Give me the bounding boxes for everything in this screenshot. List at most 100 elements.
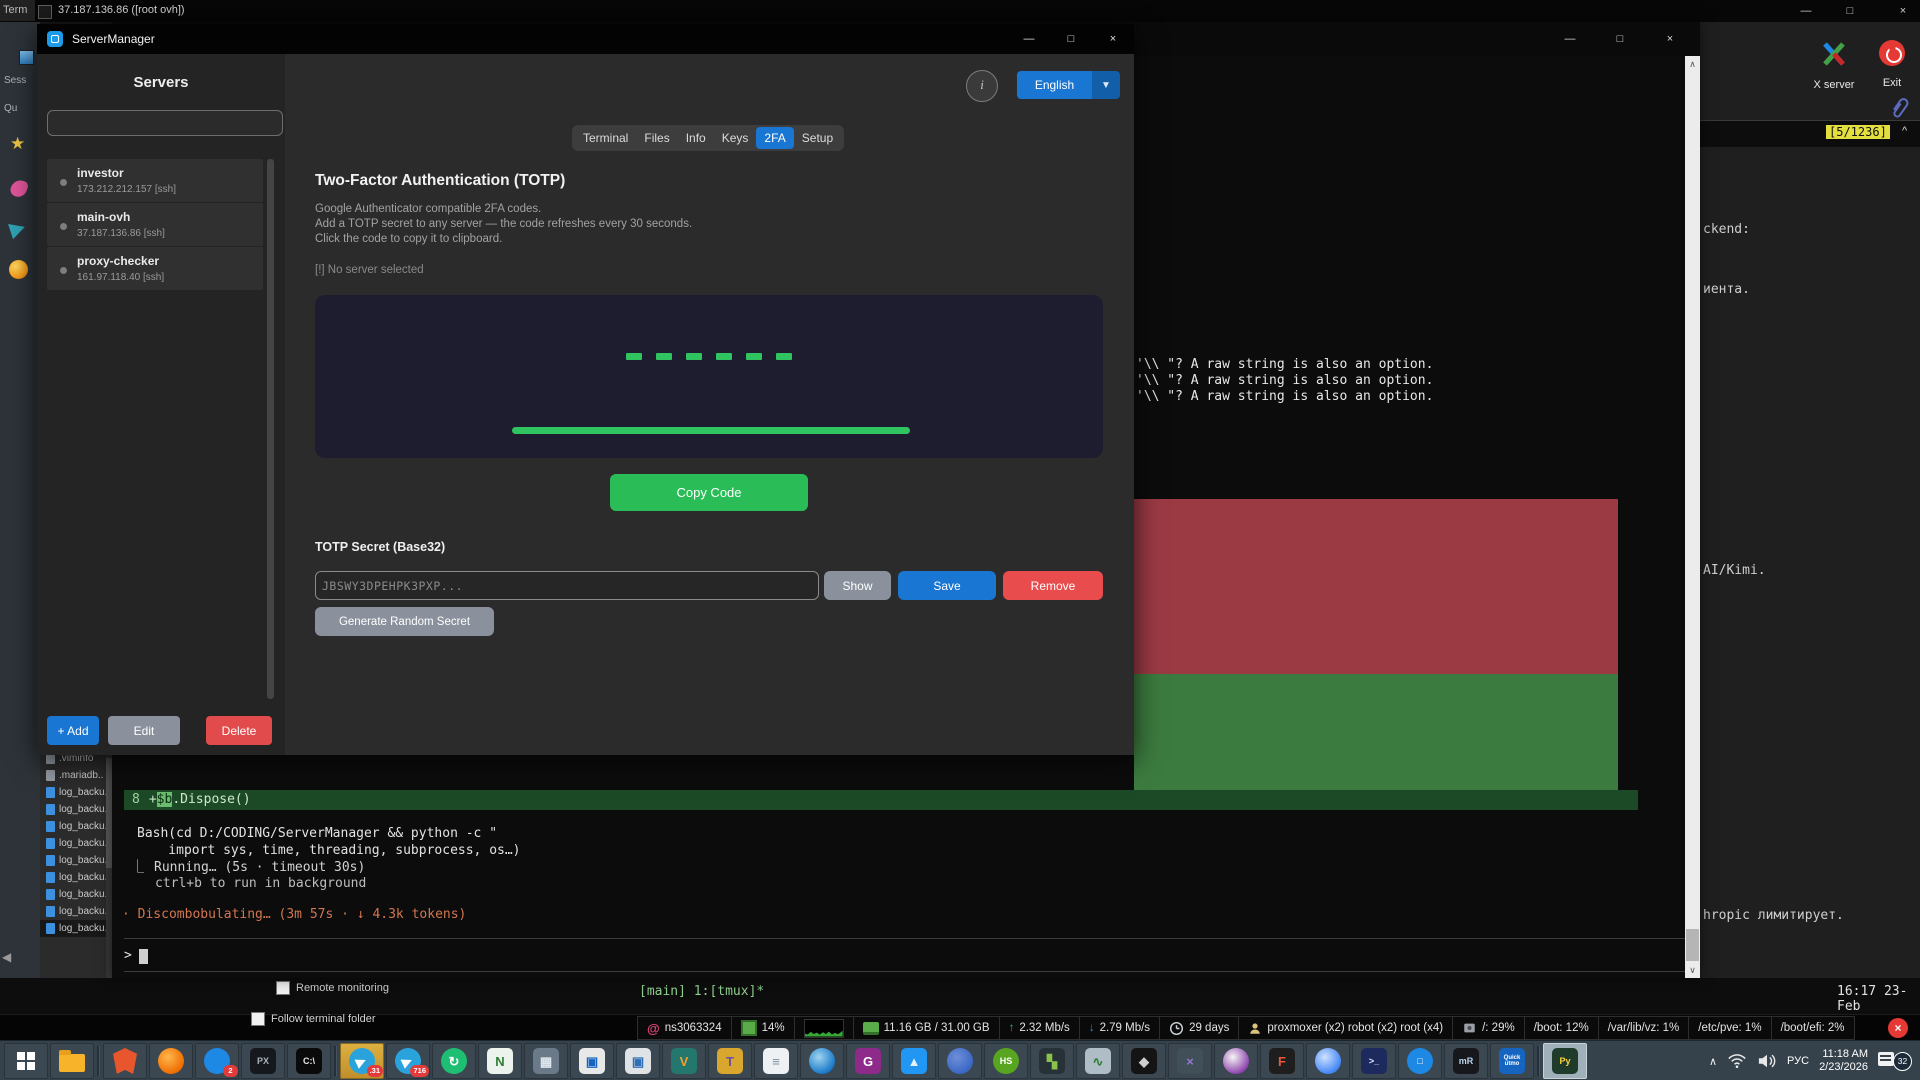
proxy-tool[interactable]: PX bbox=[241, 1043, 285, 1079]
checkbox-icon[interactable] bbox=[276, 981, 290, 995]
start-button[interactable] bbox=[4, 1043, 48, 1079]
file-explorer[interactable] bbox=[50, 1043, 94, 1079]
app-window-2[interactable]: ▣ bbox=[616, 1043, 660, 1079]
tab-terminal[interactable]: Terminal bbox=[575, 127, 636, 149]
tray-clock[interactable]: 11:18 AM 2/23/2026 bbox=[1819, 1048, 1868, 1074]
scroll-down-icon[interactable]: ∨ bbox=[1685, 962, 1700, 978]
add-server-button[interactable]: + Add bbox=[47, 716, 99, 745]
remote-desktop[interactable]: □ bbox=[1398, 1043, 1442, 1079]
python-terminal[interactable]: Py bbox=[1543, 1043, 1587, 1079]
server-item-investor[interactable]: investor 173.212.212.157 [ssh] bbox=[47, 159, 263, 202]
remote-monitoring-checkbox[interactable]: Remote monitoring bbox=[276, 981, 389, 995]
terminal-color[interactable]: ▚ bbox=[1030, 1043, 1074, 1079]
file-item[interactable]: log_backu.. bbox=[40, 869, 112, 886]
scrollbar[interactable]: ∧ ∨ bbox=[1685, 56, 1700, 978]
scroll-left-icon[interactable]: ◀ bbox=[2, 950, 11, 964]
github-desktop[interactable] bbox=[1214, 1043, 1258, 1079]
pinwheel-app[interactable] bbox=[800, 1043, 844, 1079]
language-dropdown[interactable]: English ▼ bbox=[1017, 71, 1120, 99]
telegram-1[interactable]: .31 bbox=[340, 1043, 384, 1079]
command-prompt[interactable]: C:\ bbox=[287, 1043, 331, 1079]
toolbox[interactable]: T bbox=[708, 1043, 752, 1079]
monitor-wave[interactable]: ∿ bbox=[1076, 1043, 1120, 1079]
delete-server-button[interactable]: Delete bbox=[206, 716, 272, 745]
octopus-app[interactable] bbox=[938, 1043, 982, 1079]
v-tool[interactable]: V bbox=[662, 1043, 706, 1079]
chevron-up-icon[interactable]: ^ bbox=[1902, 125, 1907, 137]
brave-browser[interactable] bbox=[103, 1043, 147, 1079]
tray-chevron-up-icon[interactable]: ∧ bbox=[1709, 1055, 1717, 1068]
generate-secret-button[interactable]: Generate Random Secret bbox=[315, 607, 494, 636]
minimize-icon[interactable]: — bbox=[1008, 24, 1050, 54]
sidebar-label-sessions[interactable]: Sess bbox=[4, 75, 26, 86]
file-item[interactable]: log_backu.. bbox=[40, 784, 112, 801]
close-icon[interactable]: × bbox=[1092, 24, 1134, 54]
maximize-icon[interactable]: □ bbox=[1597, 22, 1643, 56]
sync-app[interactable]: ↻ bbox=[432, 1043, 476, 1079]
minimize-icon[interactable]: — bbox=[1547, 22, 1593, 56]
powershell[interactable]: >_ bbox=[1352, 1043, 1396, 1079]
tab-files[interactable]: Files bbox=[636, 127, 677, 149]
tab-info[interactable]: Info bbox=[678, 127, 714, 149]
sidebar-label-quick[interactable]: Qu bbox=[4, 103, 17, 114]
file-item[interactable]: log_backu.. bbox=[40, 903, 112, 920]
quick-utmo[interactable]: Quick utmo bbox=[1490, 1043, 1534, 1079]
pink-tool-icon[interactable] bbox=[9, 178, 29, 199]
totp-secret-input[interactable] bbox=[315, 571, 819, 600]
telegram-2[interactable]: 716 bbox=[386, 1043, 430, 1079]
maximize-icon[interactable]: □ bbox=[1836, 1, 1864, 21]
sessions-panel-icon[interactable] bbox=[19, 50, 34, 65]
info-button[interactable]: i bbox=[966, 70, 998, 102]
save-secret-button[interactable]: Save bbox=[898, 571, 996, 600]
remove-secret-button[interactable]: Remove bbox=[1003, 571, 1103, 600]
show-secret-button[interactable]: Show bbox=[824, 571, 891, 600]
notepad[interactable]: ≡ bbox=[754, 1043, 798, 1079]
tab-keys[interactable]: Keys bbox=[714, 127, 757, 149]
edit-server-button[interactable]: Edit bbox=[108, 716, 180, 745]
file-item[interactable]: log_backu.. bbox=[40, 886, 112, 903]
notifications-button[interactable]: 32 bbox=[1878, 1048, 1912, 1074]
file-item[interactable]: log_backu.. bbox=[40, 801, 112, 818]
terminal-tab[interactable]: Term bbox=[0, 0, 35, 21]
sidebar-scrollbar[interactable] bbox=[267, 159, 274, 699]
file-item[interactable]: log_backu.. bbox=[40, 835, 112, 852]
server-search-input[interactable] bbox=[47, 110, 283, 136]
close-monitor-icon[interactable]: × bbox=[1888, 1018, 1908, 1038]
wifi-icon[interactable] bbox=[1727, 1052, 1747, 1070]
server-item-proxy-checker[interactable]: proxy-checker 161.97.118.40 [ssh] bbox=[47, 247, 263, 290]
file-item[interactable]: log_backu.. bbox=[40, 920, 112, 937]
thunderbird[interactable]: 2 bbox=[195, 1043, 239, 1079]
totp-code-panel[interactable] bbox=[315, 295, 1103, 458]
maximize-icon[interactable]: □ bbox=[1050, 24, 1092, 54]
language-indicator[interactable]: РУС bbox=[1787, 1055, 1809, 1067]
cube-app[interactable]: ◆ bbox=[1122, 1043, 1166, 1079]
figma[interactable]: F bbox=[1260, 1043, 1304, 1079]
notepad-plus-plus[interactable]: N bbox=[478, 1043, 522, 1079]
file-item[interactable]: .mariadb.. bbox=[40, 767, 112, 784]
file-item[interactable]: log_backu.. bbox=[40, 818, 112, 835]
app-window-1[interactable]: ▣ bbox=[570, 1043, 614, 1079]
visual-studio[interactable]: × bbox=[1168, 1043, 1212, 1079]
scrollbar-thumb[interactable] bbox=[1686, 929, 1699, 961]
speaker-icon[interactable] bbox=[1757, 1052, 1777, 1070]
mremoteng[interactable]: mR bbox=[1444, 1043, 1488, 1079]
tab-2fa[interactable]: 2FA bbox=[756, 127, 793, 149]
scroll-up-icon[interactable]: ∧ bbox=[1685, 56, 1700, 72]
minimize-icon[interactable]: — bbox=[1792, 1, 1820, 21]
photos-app[interactable]: ▲ bbox=[892, 1043, 936, 1079]
x-server-button[interactable]: X server bbox=[1803, 40, 1865, 91]
server-item-main-ovh[interactable]: main-ovh 37.187.136.86 [ssh] bbox=[47, 203, 263, 246]
exit-button[interactable]: Exit bbox=[1868, 40, 1916, 89]
heidisql[interactable]: HS bbox=[984, 1043, 1028, 1079]
firefox-browser[interactable] bbox=[149, 1043, 193, 1079]
close-icon[interactable]: × bbox=[1889, 1, 1917, 21]
g-document[interactable]: G bbox=[846, 1043, 890, 1079]
orange-ball-icon[interactable] bbox=[9, 260, 28, 279]
copy-code-button[interactable]: Copy Code bbox=[610, 474, 808, 511]
paper-plane-icon[interactable] bbox=[8, 217, 35, 239]
close-icon[interactable]: × bbox=[1647, 22, 1693, 56]
file-item[interactable]: log_backu.. bbox=[40, 852, 112, 869]
tab-setup[interactable]: Setup bbox=[794, 127, 841, 149]
chromium[interactable] bbox=[1306, 1043, 1350, 1079]
checkbox-icon[interactable] bbox=[251, 1012, 265, 1026]
